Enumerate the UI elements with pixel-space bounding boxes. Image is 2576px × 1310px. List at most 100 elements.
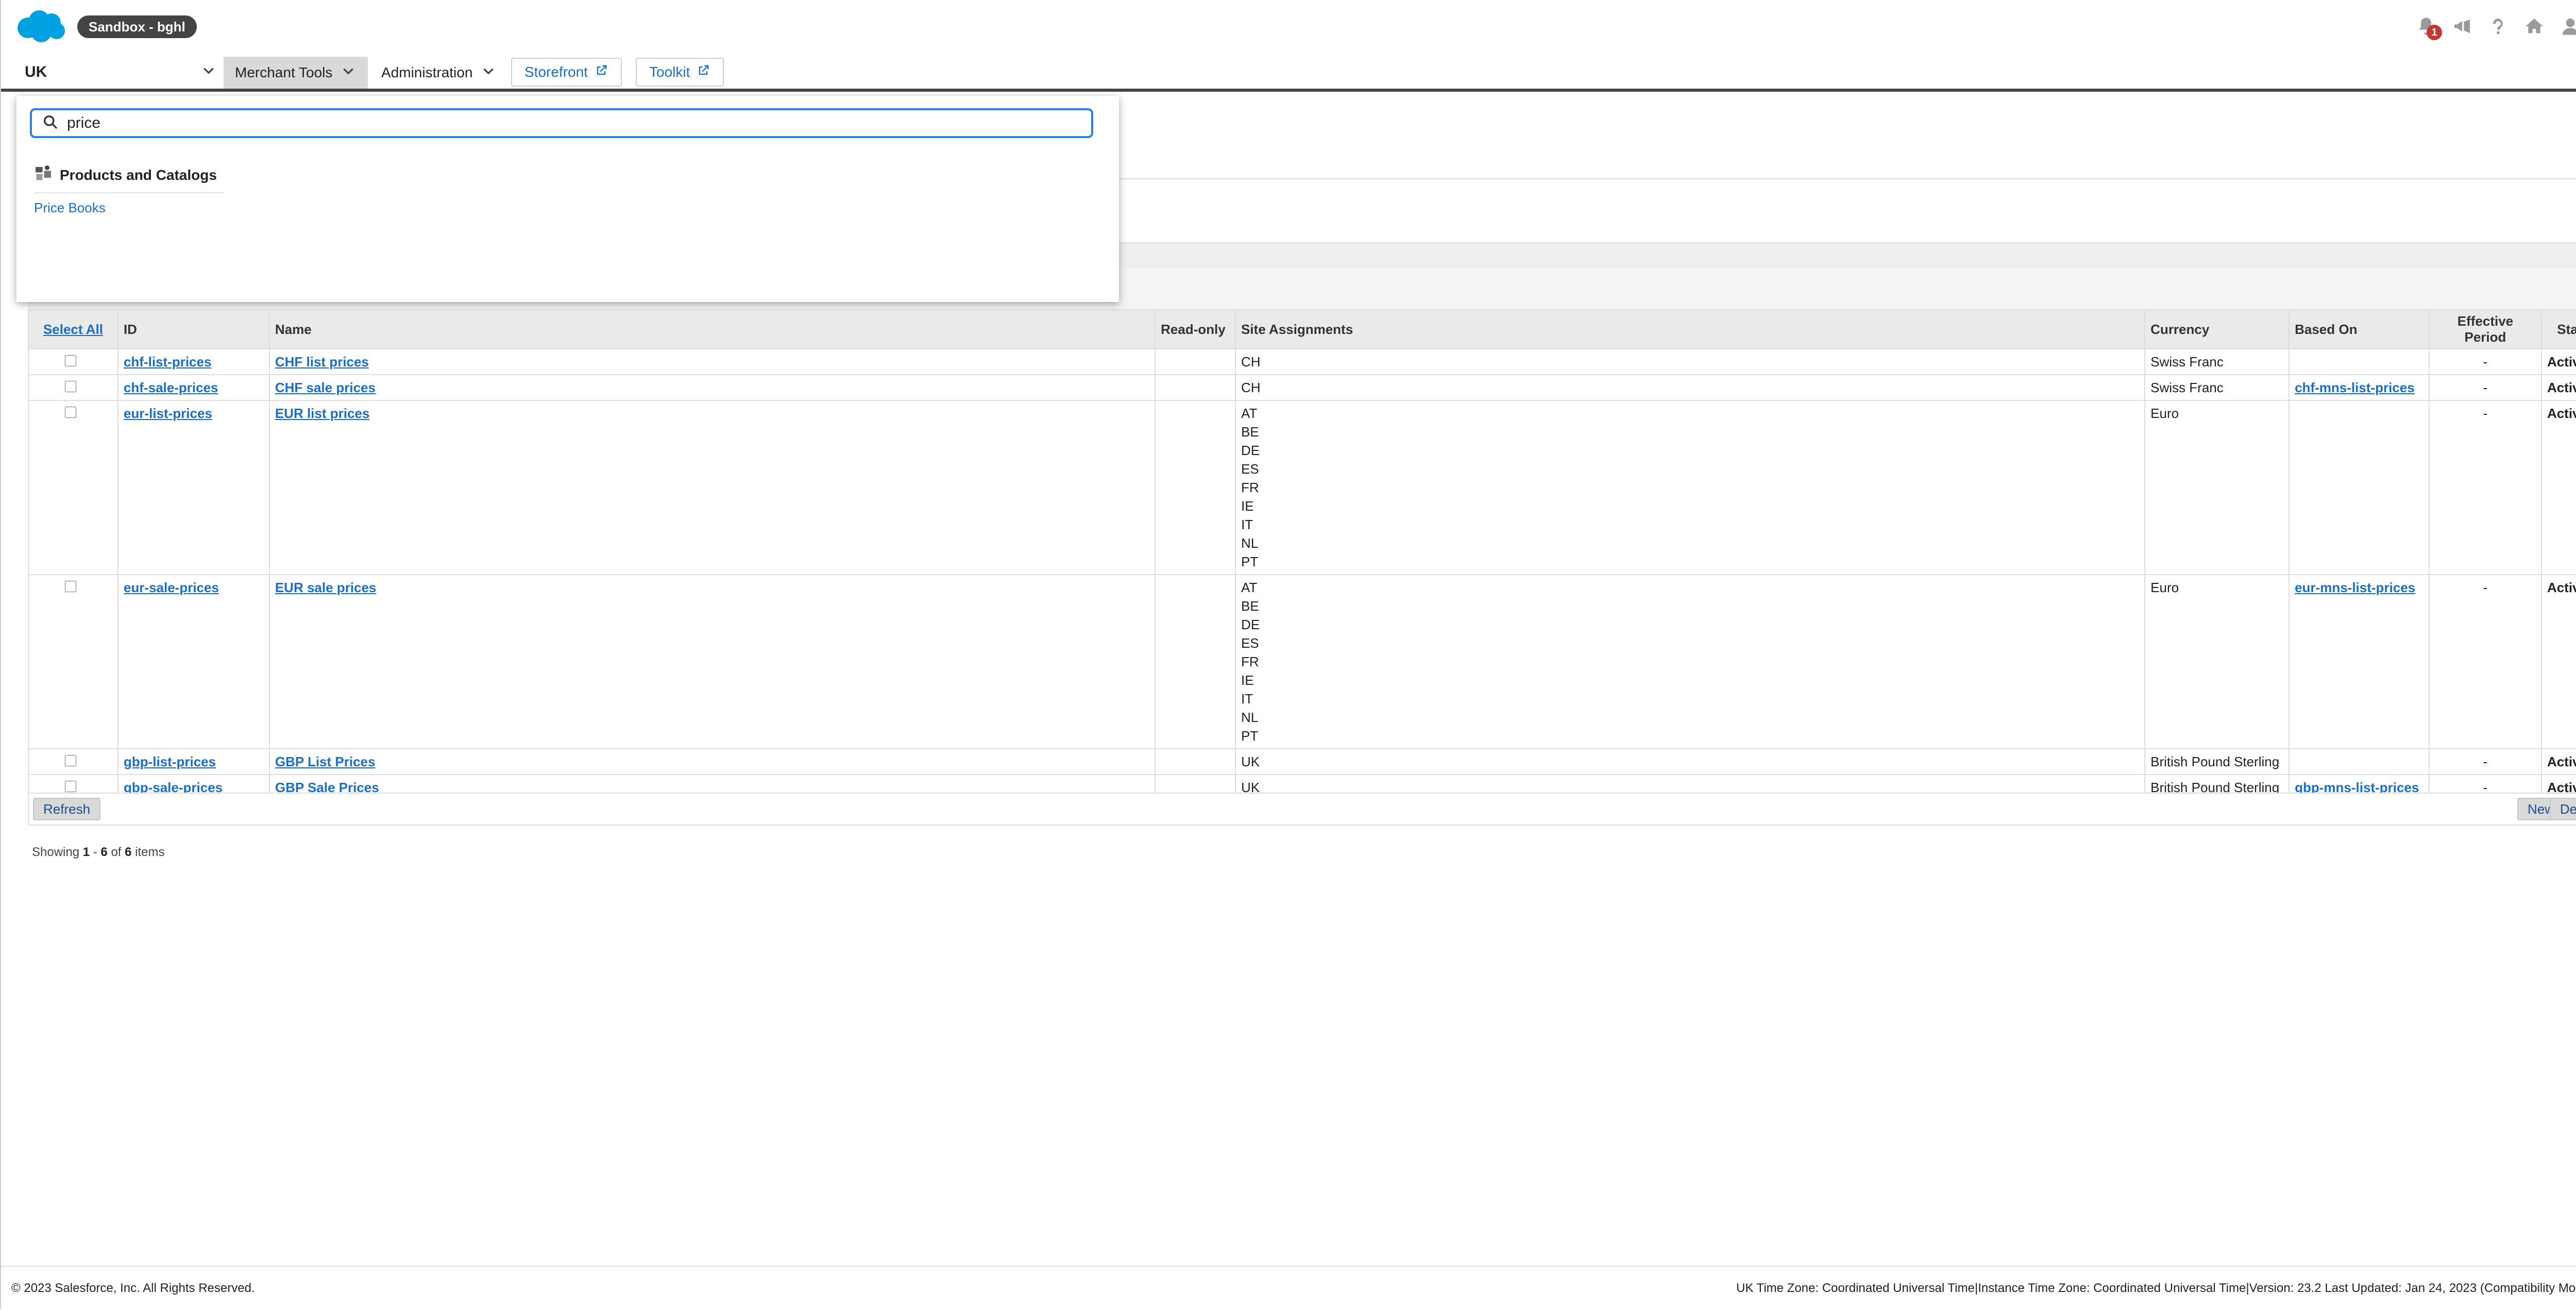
site-assignments-cell: CH [1234, 348, 2146, 375]
effective-period-cell: - [2428, 574, 2542, 749]
row-checkbox[interactable] [65, 581, 76, 592]
based-on-cell: eur-mns-list-prices [2289, 574, 2430, 749]
row-select-cell [28, 400, 118, 575]
status-cell: Activated [2540, 374, 2576, 401]
price-book-id-link[interactable]: gbp-list-prices [124, 754, 216, 769]
column-header-status[interactable]: Status [2540, 309, 2576, 349]
price-books-table: Select All ID Name Read-only Site Assign… [28, 309, 2576, 801]
price-book-name-link[interactable]: CHF sale prices [275, 380, 376, 395]
chevron-down-icon [202, 64, 215, 81]
table-row: chf-sale-prices CHF sale prices CH Swiss… [28, 374, 2576, 401]
effective-period-cell: - [2428, 348, 2542, 375]
toolkit-link[interactable]: Toolkit [636, 58, 724, 87]
site-code: CH [1241, 380, 1261, 395]
merchant-tools-menu: Products and Catalogs Price Books [16, 96, 1119, 302]
name-cell: EUR list prices [268, 400, 1156, 575]
storefront-link-label: Storefront [524, 64, 588, 80]
table-action-bar: Refresh New Delete [28, 793, 2576, 826]
megaphone-icon[interactable] [2450, 14, 2474, 38]
site-code: DE [1241, 443, 1260, 458]
effective-period-cell: - [2428, 400, 2542, 575]
price-book-id-link[interactable]: eur-sale-prices [124, 580, 219, 595]
site-code: IE [1241, 673, 1254, 688]
page-footer: © 2023 Salesforce, Inc. All Rights Reser… [1, 1266, 2576, 1310]
site-code: IE [1241, 498, 1254, 514]
site-code: IT [1241, 691, 1253, 707]
table-row: eur-list-prices EUR list prices AT BE DE… [28, 400, 2576, 575]
top-header: Sandbox - bghl 1 [1, 0, 2576, 54]
select-all-link[interactable]: Select All [43, 322, 103, 337]
currency-cell: British Pound Sterling [2144, 748, 2290, 775]
refresh-button[interactable]: Refresh [33, 798, 101, 820]
site-code: FR [1241, 480, 1259, 495]
delete-button[interactable]: Delete [2549, 798, 2576, 820]
status-cell: Activated [2540, 574, 2576, 749]
price-book-name-link[interactable]: CHF list prices [275, 354, 369, 370]
home-icon[interactable] [2522, 14, 2546, 38]
tab-merchant-tools[interactable]: Merchant Tools [224, 57, 368, 89]
storefront-link[interactable]: Storefront [511, 58, 622, 87]
name-cell: GBP List Prices [268, 748, 1156, 775]
main-navbar: UK Merchant Tools Administration Storefr… [1, 53, 2576, 92]
site-code: AT [1241, 580, 1258, 595]
site-code: DE [1241, 617, 1260, 632]
menu-search-box[interactable] [30, 108, 1093, 138]
row-checkbox[interactable] [65, 755, 76, 766]
pagination-summary: Showing 1 - 6 of 6 items [32, 845, 165, 860]
site-selector[interactable]: UK [20, 58, 221, 87]
instance-info-text: UK Time Zone: Coordinated Universal Time… [1736, 1281, 2576, 1295]
showing-suffix: items [131, 845, 165, 859]
based-on-link[interactable]: chf-mns-list-prices [2295, 380, 2415, 395]
salesforce-cloud-logo[interactable] [15, 8, 67, 43]
row-checkbox[interactable] [65, 781, 76, 792]
toolkit-link-label: Toolkit [649, 64, 690, 80]
row-select-cell [28, 374, 118, 401]
column-header-effective-period[interactable]: Effective Period [2428, 309, 2542, 349]
tab-administration[interactable]: Administration [370, 57, 509, 89]
price-book-name-link[interactable]: EUR sale prices [275, 580, 377, 595]
site-code: BE [1241, 424, 1259, 440]
column-header-site-assignments[interactable]: Site Assignments [1234, 309, 2146, 349]
row-checkbox[interactable] [65, 355, 76, 366]
based-on-cell [2289, 400, 2430, 575]
column-header-name[interactable]: Name [268, 309, 1156, 349]
price-book-id-link[interactable]: chf-sale-prices [124, 380, 218, 395]
column-header-read-only[interactable]: Read-only [1155, 309, 1236, 349]
based-on-cell [2289, 348, 2430, 375]
column-header-based-on[interactable]: Based On [2289, 309, 2430, 349]
bell-icon[interactable]: 1 [2414, 14, 2442, 40]
menu-section-title: Products and Catalogs [60, 166, 217, 183]
external-link-icon [696, 63, 710, 81]
id-cell: eur-sale-prices [117, 574, 270, 749]
based-on-cell [2289, 748, 2430, 775]
id-cell: chf-sale-prices [117, 374, 270, 401]
id-cell: chf-list-prices [117, 348, 270, 375]
row-checkbox[interactable] [65, 381, 76, 392]
notification-count-badge: 1 [2427, 25, 2442, 40]
table-header-row: Select All ID Name Read-only Site Assign… [28, 309, 2576, 349]
column-header-id[interactable]: ID [117, 309, 270, 349]
row-checkbox[interactable] [65, 407, 76, 418]
column-header-currency[interactable]: Currency [2144, 309, 2290, 349]
menu-link-price-books[interactable]: Price Books [34, 200, 106, 216]
site-assignments-cell: AT BE DE ES FR IE IT NL PT [1234, 574, 2146, 749]
id-cell: gbp-list-prices [117, 748, 270, 775]
price-book-name-link[interactable]: GBP List Prices [275, 754, 376, 769]
help-icon[interactable] [2486, 14, 2510, 38]
chevron-down-icon [482, 64, 495, 81]
chevron-down-icon [342, 64, 355, 81]
user-icon[interactable] [2558, 14, 2576, 38]
based-on-link[interactable]: eur-mns-list-prices [2295, 580, 2415, 595]
menu-section-products-and-catalogs: Products and Catalogs [34, 164, 225, 193]
site-code: AT [1241, 406, 1258, 421]
tab-administration-label: Administration [381, 64, 473, 80]
site-code: FR [1241, 654, 1259, 669]
menu-search-input[interactable] [66, 114, 1047, 132]
price-book-id-link[interactable]: chf-list-prices [124, 354, 212, 370]
price-book-name-link[interactable]: EUR list prices [275, 406, 370, 421]
site-code: NL [1241, 710, 1259, 725]
site-assignments-cell: UK [1234, 748, 2146, 775]
price-book-id-link[interactable]: eur-list-prices [124, 406, 212, 421]
row-select-cell [28, 574, 118, 749]
showing-separator: - [90, 845, 101, 859]
